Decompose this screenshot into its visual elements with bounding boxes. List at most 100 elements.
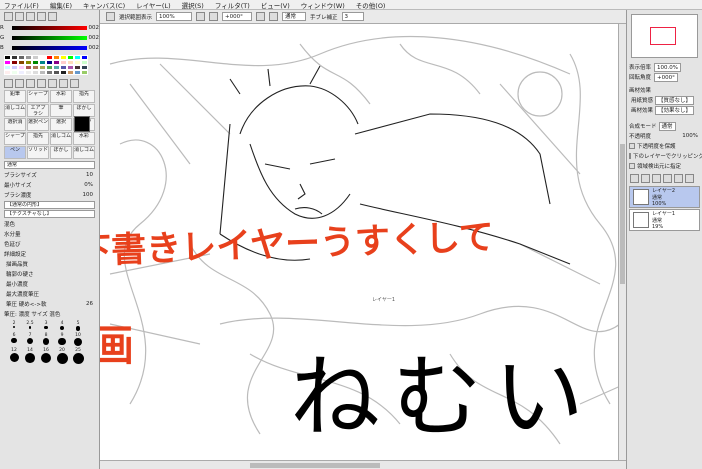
opacity-row[interactable]: 不透明度 100% — [627, 131, 702, 141]
palette-swatch[interactable] — [11, 70, 18, 75]
zoom-in-icon[interactable] — [196, 12, 206, 21]
new-folder-icon[interactable] — [641, 174, 650, 183]
menu-view[interactable]: ビュー(V) — [261, 0, 290, 10]
layer-item[interactable]: レイヤー2 通常 100% — [629, 186, 700, 208]
hand-tool-icon[interactable] — [70, 79, 79, 88]
brush-tool-5[interactable]: エアブラシ — [27, 104, 49, 117]
brush-tool-4[interactable]: 消しゴム — [4, 104, 26, 117]
palette-swatch[interactable] — [67, 70, 74, 75]
navigator-viewport[interactable] — [650, 27, 676, 45]
current-color-swatch[interactable] — [74, 116, 90, 132]
rgb-slider-icon[interactable] — [15, 12, 24, 21]
new-layer-icon[interactable] — [630, 174, 639, 183]
brush-preset[interactable]: 3 — [38, 321, 54, 331]
paper-effect-select[interactable]: 【効果なし】 — [655, 105, 695, 115]
brush-tool-15[interactable]: 水彩 — [73, 132, 95, 145]
nav-angle-row[interactable]: 回転角度 +000° — [627, 72, 702, 82]
brush-preset[interactable]: 8 — [38, 333, 54, 346]
delete-layer-icon[interactable] — [685, 174, 694, 183]
brush-preset[interactable]: 12 — [6, 348, 22, 364]
menu-other[interactable]: その他(O) — [356, 0, 386, 10]
palette-swatch[interactable] — [39, 70, 46, 75]
palette-icon[interactable] — [37, 12, 46, 21]
menu-select[interactable]: 選択(S) — [182, 0, 204, 10]
green-slider[interactable]: G 002 — [0, 33, 99, 43]
navigator-preview[interactable] — [631, 14, 698, 58]
menu-edit[interactable]: 編集(E) — [50, 0, 72, 10]
brush-size-row[interactable]: ブラシサイズ 10 — [0, 170, 99, 180]
brush-texture-select[interactable]: 【テクスチャなし】 — [4, 210, 95, 218]
brush-tool-16[interactable]: ペン — [4, 146, 26, 159]
palette-swatch[interactable] — [60, 70, 67, 75]
brush-tool-17[interactable]: ソリッド — [27, 146, 49, 159]
brush-preset[interactable]: 25 — [70, 348, 86, 365]
brush-tool-14[interactable]: 消しゴム — [50, 132, 72, 145]
pressure-options[interactable]: 筆圧: 濃度 サイズ 混色 — [0, 309, 99, 319]
rotate-icon[interactable] — [256, 12, 266, 21]
blend-mode-row[interactable]: 合成モード 通常 — [627, 121, 702, 131]
brush-preset[interactable]: 14 — [22, 348, 38, 364]
brush-tool-18[interactable]: ぼかし — [50, 146, 72, 159]
move-tool-icon[interactable] — [37, 79, 46, 88]
min-size-row[interactable]: 最小サイズ 0% — [0, 180, 99, 190]
brush-preset[interactable]: 6 — [6, 333, 22, 346]
brush-tool-10[interactable]: 選択 — [50, 118, 72, 131]
brush-preset[interactable]: 7 — [22, 333, 38, 346]
brush-preset[interactable]: 2.5 — [22, 321, 38, 331]
brush-tool-12[interactable]: シャープ — [4, 132, 26, 145]
horizontal-scrollbar[interactable] — [100, 460, 626, 469]
protect-checkbox[interactable]: 下透明度を保護 — [627, 141, 702, 151]
brush-tool-2[interactable]: 水彩 — [50, 90, 72, 103]
palette-swatch[interactable] — [74, 70, 81, 75]
brush-tool-3[interactable]: 指先 — [73, 90, 95, 103]
brush-tool-19[interactable]: 消しゴム — [73, 146, 95, 159]
flip-icon[interactable] — [269, 12, 279, 21]
detail-toggle[interactable]: 詳細設定 — [0, 249, 99, 259]
horizontal-scroll-thumb[interactable] — [250, 463, 380, 468]
quality-row[interactable]: 描画品質 — [0, 259, 99, 269]
extend-row[interactable]: 色延び — [0, 239, 99, 249]
magic-wand-icon[interactable] — [26, 79, 35, 88]
menu-file[interactable]: ファイル(F) — [4, 0, 39, 10]
density-row[interactable]: ブラシ濃度 100 — [0, 190, 99, 200]
paper-texture-row[interactable]: 用紙質感 【質感なし】 — [627, 95, 702, 105]
vertical-scroll-thumb[interactable] — [620, 144, 625, 284]
brush-preset[interactable]: 20 — [54, 348, 70, 365]
menu-filter[interactable]: フィルタ(T) — [215, 0, 250, 10]
brush-preset[interactable]: 2 — [6, 321, 22, 331]
red-slider[interactable]: R 002 — [0, 23, 99, 33]
menu-canvas[interactable]: キャンバス(C) — [83, 0, 125, 10]
brush-preset[interactable]: 16 — [38, 348, 54, 364]
palette-swatch[interactable] — [32, 70, 39, 75]
brush-preset[interactable]: 5 — [70, 321, 86, 331]
angle-select[interactable]: +000° — [222, 12, 253, 21]
paper-texture-select[interactable]: 【質感なし】 — [655, 95, 695, 105]
clipping-checkbox[interactable]: 下のレイヤーでクリッピング — [627, 151, 702, 161]
menu-window[interactable]: ウィンドウ(W) — [301, 0, 345, 10]
brush-tool-0[interactable]: 鉛筆 — [4, 90, 26, 103]
min-density-row[interactable]: 最小濃度 — [0, 279, 99, 289]
palette-swatch[interactable] — [46, 70, 53, 75]
vertical-scrollbar[interactable] — [618, 24, 626, 460]
edge-row[interactable]: 輪郭の硬さ — [0, 269, 99, 279]
source-checkbox[interactable]: 領域検出元に指定 — [627, 161, 702, 171]
brush-tool-1[interactable]: シャープ — [27, 90, 49, 103]
max-pressure-row[interactable]: 最大濃度筆圧 — [0, 289, 99, 299]
stabilizer-select[interactable]: 3 — [341, 12, 364, 21]
nav-zoom-row[interactable]: 表示倍率 100.0% — [627, 62, 702, 72]
blend-mode-select[interactable]: 通常 — [658, 121, 676, 131]
selection-toggle-checkbox[interactable] — [106, 12, 115, 21]
brush-shape-select[interactable]: 【通常の円形】 — [4, 201, 95, 209]
brush-tool-8[interactable]: 選択消 — [4, 118, 26, 131]
rotate-tool-icon[interactable] — [59, 79, 68, 88]
palette-swatch[interactable] — [4, 70, 11, 75]
paper-effect-row[interactable]: 画材効果 【効果なし】 — [627, 105, 702, 115]
palette-swatch[interactable] — [25, 70, 32, 75]
layer-item[interactable]: レイヤー1 通常 19% — [629, 209, 700, 231]
brush-size-presets[interactable]: 2 2.5 3 4 5 6 7 8 9 10 12 14 16 20 25 — [6, 321, 93, 365]
brush-tool-6[interactable]: 筆 — [50, 104, 72, 117]
color-palette[interactable] — [4, 55, 88, 75]
swatch-icon[interactable] — [48, 12, 57, 21]
brush-preset[interactable]: 4 — [54, 321, 70, 331]
clear-layer-icon[interactable] — [674, 174, 683, 183]
